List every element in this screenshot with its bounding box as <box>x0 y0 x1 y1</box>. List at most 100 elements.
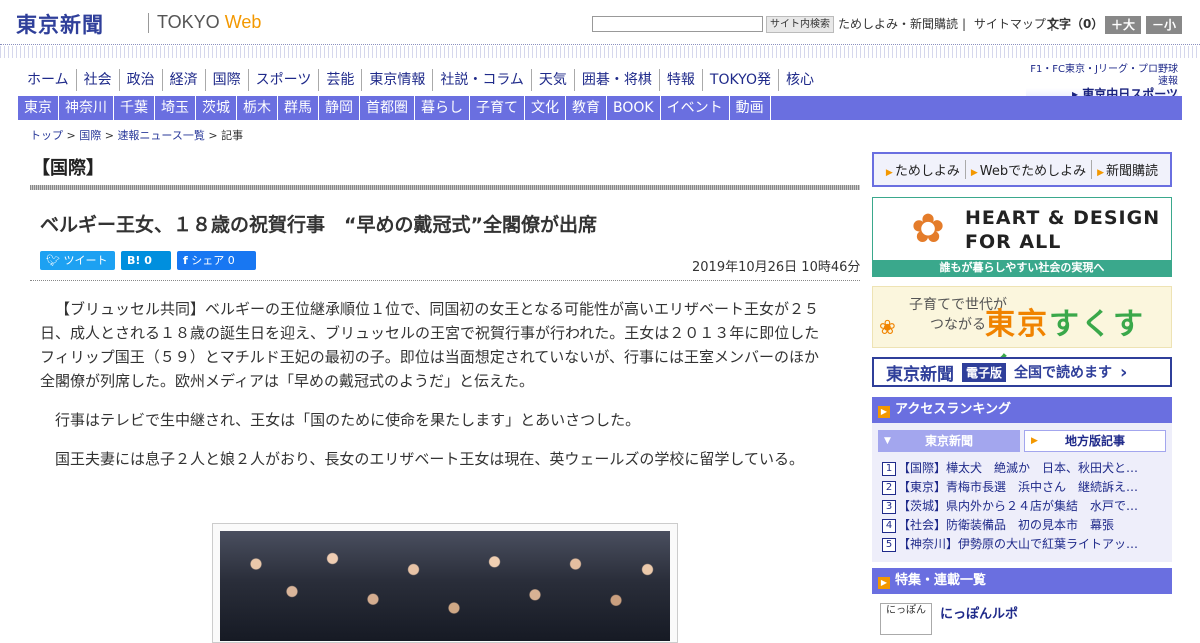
triangle-down-icon: ▼ <box>884 436 891 446</box>
facebook-share-button[interactable]: f シェア 0 <box>177 251 256 270</box>
sprout-icon: ❀ <box>879 315 896 339</box>
local-nav-item[interactable]: 群馬 <box>278 96 319 120</box>
local-nav-item[interactable]: 埼玉 <box>155 96 196 120</box>
nav-item[interactable]: 社会 <box>77 69 120 91</box>
local-nav-item[interactable]: 文化 <box>525 96 566 120</box>
tweet-label: ツイート <box>63 254 108 267</box>
trial-link[interactable]: ▶ ためしよみ <box>881 160 966 179</box>
digital-edition-banner[interactable]: 東京新聞 電子版 全国で読めます › <box>872 357 1172 387</box>
ranking-number: 5 <box>882 538 896 552</box>
breadcrumb-sep: > <box>66 129 76 142</box>
feature-link[interactable]: にっぽんルポ <box>940 603 1018 622</box>
section-rule <box>30 185 860 190</box>
font-size-label: 文字（0） <box>1047 17 1104 31</box>
search-input[interactable] <box>592 16 763 32</box>
local-nav-item[interactable]: 子育て <box>470 96 525 120</box>
sitemap-link[interactable]: サイトマップ <box>974 17 1046 31</box>
logo-web-text: Web <box>224 12 262 32</box>
ranking-text: 【神奈川】伊勢原の大山で紅葉ライトアッ… <box>898 537 1139 551</box>
logo-divider <box>148 13 149 33</box>
heart-design-line1: HEART & DESIGN <box>965 207 1161 229</box>
nav-item[interactable]: 社説・コラム <box>433 69 532 91</box>
local-nav: 東京 神奈川 千葉 埼玉 茨城 栃木 群馬 静岡 首都圏 暮らし 子育て 文化 教育 BOOK イベント 動画 <box>18 96 1182 120</box>
sukusuku-banner[interactable]: ❀ 子育てで世代がつながる 東京すくすく <box>872 286 1172 386</box>
local-nav-item[interactable]: BOOK <box>607 96 661 120</box>
main-nav: ホーム 社会 政治 経済 国際 スポーツ 芸能 東京情報 社説・コラム 天気 囲碁・将棋 特報 TOKY… <box>20 69 821 91</box>
nav-item[interactable]: 国際 <box>206 69 249 91</box>
article-paragraph: 行事はテレビで生中継され、王女は「国のために使命を果たします」とあいさつした。 <box>55 411 641 429</box>
nav-item[interactable]: 経済 <box>163 69 206 91</box>
tokyo-web-logo[interactable]: TOKYO Web <box>157 12 261 33</box>
header-dotted-band <box>0 46 1200 58</box>
font-smaller-button[interactable]: －小 <box>1146 16 1182 34</box>
font-larger-button[interactable]: ＋大 <box>1105 16 1141 34</box>
article-paragraph: 【ブリュッセル共同】ベルギーの王位継承順位１位で、同国初の女王となる可能性が高い… <box>40 300 820 390</box>
local-nav-item[interactable]: 教育 <box>566 96 607 120</box>
local-nav-item[interactable]: 東京 <box>18 96 59 120</box>
edition-logo: 東京新聞 <box>886 364 954 385</box>
tweet-button[interactable]: 🐦︎ ツイート <box>40 251 115 270</box>
tab-local-articles[interactable]: ▶ 地方版記事 <box>1024 430 1166 452</box>
local-nav-item[interactable]: 首都圏 <box>360 96 415 120</box>
subscribe-label: 新聞購読 <box>1106 164 1159 179</box>
ranking-header: ▶ アクセスランキング <box>872 397 1172 423</box>
subscribe-link[interactable]: ためしよみ・新聞購読 <box>838 17 958 31</box>
breadcrumb-top[interactable]: トップ <box>30 129 63 142</box>
nav-item[interactable]: 芸能 <box>319 69 363 91</box>
hatena-bookmark-button[interactable]: B! 0 <box>121 251 171 270</box>
site-header: 東京新聞 TOKYO Web サイト内検索 ためしよみ・新聞購読 | サイトマップ… <box>0 0 1200 45</box>
nav-item[interactable]: スポーツ <box>249 69 320 91</box>
facebook-icon: f <box>183 254 188 267</box>
feature-thumbnail[interactable]: にっぽん <box>880 603 932 635</box>
section-title: 【国際】 <box>32 158 104 179</box>
logo-tokyo-text: TOKYO <box>157 12 220 32</box>
local-nav-item[interactable]: 静岡 <box>319 96 360 120</box>
nav-item[interactable]: ホーム <box>20 69 77 91</box>
triangle-icon: ▶ <box>878 577 890 589</box>
local-nav-item[interactable]: 暮らし <box>415 96 470 120</box>
ranking-item[interactable]: 2 【東京】青梅市長選 浜中さん 継続訴え… <box>882 478 1162 497</box>
features-panel: ▶ 特集・連載一覧 にっぽん にっぽんルポ <box>872 568 1172 638</box>
local-nav-item[interactable]: 動画 <box>730 96 771 120</box>
edition-tag: 電子版 <box>962 362 1007 382</box>
tab-tokyo-shimbun[interactable]: ▼ 東京新聞 <box>878 430 1020 452</box>
breadcrumb-intl[interactable]: 国際 <box>79 129 101 142</box>
features-header: ▶ 特集・連載一覧 <box>872 568 1172 594</box>
nav-item[interactable]: 東京情報 <box>362 69 434 91</box>
breadcrumb-list[interactable]: 速報ニュース一覧 <box>117 129 204 142</box>
article-photo[interactable] <box>220 531 670 641</box>
ranking-item[interactable]: 1 【国際】樺太犬 絶滅か 日本、秋田犬と… <box>882 459 1162 478</box>
ranking-tabs: ▼ 東京新聞 ▶ 地方版記事 <box>878 430 1166 452</box>
search-button[interactable]: サイト内検索 <box>766 16 834 33</box>
triangle-icon: ▶ <box>1097 168 1105 178</box>
ranking-title: アクセスランキング <box>895 402 1011 417</box>
article-paragraph: 国王夫妻には息子２人と娘２人がおり、長女のエリザベート王女は現在、英ウェールズの… <box>55 450 804 468</box>
local-nav-item[interactable]: イベント <box>661 96 730 120</box>
ranking-list: 1 【国際】樺太犬 絶滅か 日本、秋田犬と… 2 【東京】青梅市長選 浜中さん 継続訴… <box>882 459 1162 554</box>
web-trial-link[interactable]: ▶ Webでためしよみ <box>966 160 1093 179</box>
subscribe-sidebar-link[interactable]: ▶ 新聞購読 <box>1092 160 1163 179</box>
ranking-text: 【東京】青梅市長選 浜中さん 継続訴え… <box>898 480 1139 494</box>
breadcrumb-current: 記事 <box>221 129 244 142</box>
heart-design-banner[interactable]: ✿ HEART & DESIGN FOR ALL 誰もが暮らしやすい社会の実現へ <box>872 197 1172 277</box>
nav-item[interactable]: 天気 <box>532 69 575 91</box>
local-nav-item[interactable]: 茨城 <box>196 96 237 120</box>
flower-logo-icon: ✿ <box>911 206 945 252</box>
ranking-item[interactable]: 3 【茨城】県内外から２４店が集結 水戸で… <box>882 497 1162 516</box>
article-body: 【ブリュッセル共同】ベルギーの王位継承順位１位で、同国初の女王となる可能性が高い… <box>40 297 830 486</box>
ranking-item[interactable]: 5 【神奈川】伊勢原の大山で紅葉ライトアッ… <box>882 535 1162 554</box>
local-nav-item[interactable]: 神奈川 <box>59 96 114 120</box>
header-links: ためしよみ・新聞購読 | サイトマップ | <box>838 16 1058 32</box>
nav-item[interactable]: 政治 <box>120 69 163 91</box>
nav-item[interactable]: TOKYO発 <box>703 69 779 91</box>
site-logo[interactable]: 東京新聞 <box>16 9 104 39</box>
ranking-item[interactable]: 4 【社会】防衛装備品 初の見本市 幕張 <box>882 516 1162 535</box>
nav-item[interactable]: 特報 <box>660 69 703 91</box>
local-nav-item[interactable]: 千葉 <box>114 96 155 120</box>
nav-item[interactable]: 囲碁・将棋 <box>575 69 660 91</box>
chunichi-sports-banner[interactable]: F1・FC東京・Jリーグ・プロ野球速報 ▸ 東京中日スポーツ <box>1026 64 1178 100</box>
access-ranking: ▶ アクセスランキング ▼ 東京新聞 ▶ 地方版記事 1 【国際】樺太犬 絶滅か 日本、… <box>872 397 1172 562</box>
local-nav-item[interactable]: 栃木 <box>237 96 278 120</box>
ranking-number: 1 <box>882 462 896 476</box>
nav-item[interactable]: 核心 <box>779 69 821 91</box>
